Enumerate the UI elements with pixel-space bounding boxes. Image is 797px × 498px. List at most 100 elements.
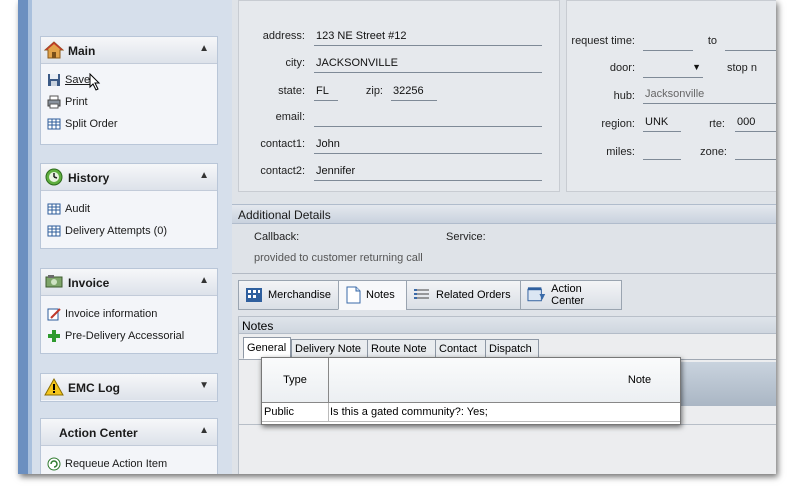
collapse-chevron-icon[interactable]: ▲︎ bbox=[199, 43, 209, 54]
contact1-field[interactable]: John bbox=[314, 138, 542, 154]
subtab-contact[interactable]: Contact bbox=[435, 339, 487, 359]
panel-action-center-title: Action Center bbox=[59, 426, 138, 440]
delivery-attempts-button[interactable]: Delivery Attempts (0) bbox=[47, 222, 167, 240]
notes-table-header: Type Note bbox=[262, 358, 680, 403]
region-field[interactable]: UNK bbox=[643, 116, 681, 132]
notes-header: Notes bbox=[239, 317, 776, 334]
audit-label: Audit bbox=[65, 203, 91, 215]
subtab-route-note[interactable]: Route Note bbox=[367, 339, 437, 359]
home-icon bbox=[44, 41, 64, 59]
notes-icon bbox=[346, 286, 361, 304]
zip-label: zip: bbox=[365, 85, 383, 97]
additional-details-note: provided to customer returning call bbox=[254, 252, 423, 264]
panel-history-header[interactable]: History ▲︎ bbox=[41, 164, 217, 191]
panel-invoice: Invoice ▲︎ Invoice information Pre-Deliv… bbox=[40, 268, 218, 354]
print-button[interactable]: Print bbox=[47, 93, 88, 111]
collapse-chevron-icon[interactable]: ▲︎ bbox=[199, 170, 209, 181]
application-window: Main ▲︎ Save Print Split Order History ▲… bbox=[18, 0, 776, 474]
hub-field[interactable]: Jacksonville bbox=[643, 88, 776, 104]
panel-emc-log-header[interactable]: EMC Log ▼︎ bbox=[41, 374, 217, 400]
zip-field[interactable]: 32256 bbox=[391, 85, 437, 101]
tab-notes-label: Notes bbox=[366, 289, 395, 301]
email-field[interactable] bbox=[314, 111, 542, 127]
panel-emc-log: EMC Log ▼︎ bbox=[40, 373, 218, 402]
collapse-chevron-icon[interactable]: ▲︎ bbox=[199, 425, 209, 436]
door-label: door: bbox=[609, 62, 635, 74]
email-label: email: bbox=[275, 111, 305, 123]
grid-icon bbox=[47, 225, 61, 237]
rte-field[interactable]: 000 bbox=[735, 116, 776, 132]
tab-action-center-label: Action Center bbox=[551, 283, 585, 307]
hub-label: hub: bbox=[613, 90, 635, 102]
tab-related-orders[interactable]: Related Orders bbox=[406, 280, 524, 310]
split-order-button[interactable]: Split Order bbox=[47, 115, 118, 133]
request-time-to-field[interactable] bbox=[725, 35, 776, 51]
edit-icon bbox=[47, 308, 61, 321]
city-label: city: bbox=[285, 57, 305, 69]
zone-label: zone: bbox=[700, 146, 727, 158]
sidebar-edge bbox=[18, 0, 28, 474]
plus-icon bbox=[48, 330, 60, 342]
subtab-dispatch[interactable]: Dispatch bbox=[485, 339, 539, 359]
region-label: region: bbox=[601, 118, 635, 130]
table-cell-type: Public bbox=[262, 403, 329, 421]
dropdown-arrow-icon: ▼︎ bbox=[692, 62, 701, 72]
column-header-note-label: Note bbox=[627, 374, 652, 386]
print-icon bbox=[47, 95, 61, 109]
additional-details-header: Additional Details bbox=[232, 204, 776, 224]
panel-action-center-header[interactable]: Action Center ▲︎ bbox=[41, 419, 217, 446]
state-field[interactable]: FL bbox=[314, 85, 338, 101]
city-field[interactable]: JACKSONVILLE bbox=[314, 57, 542, 73]
requeue-action-item-button[interactable]: Requeue Action Item bbox=[47, 455, 167, 473]
column-header-type-label: Type bbox=[283, 374, 307, 386]
save-button[interactable]: Save bbox=[47, 71, 90, 89]
table-cell-note: Is this a gated community?: Yes; bbox=[330, 406, 488, 418]
sidebar: Main ▲︎ Save Print Split Order History ▲… bbox=[18, 0, 232, 474]
audit-button[interactable]: Audit bbox=[47, 200, 90, 218]
zone-field[interactable] bbox=[735, 144, 776, 160]
rte-label: rte: bbox=[709, 118, 725, 130]
miles-field[interactable] bbox=[643, 144, 681, 160]
stop-label: stop n bbox=[727, 62, 757, 74]
pre-delivery-accessorial-button[interactable]: Pre-Delivery Accessorial bbox=[47, 327, 184, 345]
miles-label: miles: bbox=[606, 146, 635, 158]
column-header-note[interactable]: Note bbox=[329, 358, 680, 402]
subtab-delivery-note[interactable]: Delivery Note bbox=[291, 339, 369, 359]
related-orders-icon bbox=[414, 289, 429, 299]
tab-merchandise[interactable]: Merchandise bbox=[238, 280, 344, 310]
pre-delivery-accessorial-label: Pre-Delivery Accessorial bbox=[65, 330, 185, 342]
expand-chevron-icon[interactable]: ▼︎ bbox=[199, 380, 209, 391]
panel-history-title: History bbox=[68, 171, 110, 185]
tab-related-orders-label: Related Orders bbox=[436, 289, 511, 301]
table-row[interactable]: Public Is this a gated community?: Yes; bbox=[262, 403, 680, 422]
callback-label: Callback: bbox=[254, 231, 300, 243]
grid-icon bbox=[47, 203, 61, 215]
collapse-chevron-icon[interactable]: ▲︎ bbox=[199, 275, 209, 286]
panel-main: Main ▲︎ Save Print Split Order bbox=[40, 36, 218, 145]
column-header-type[interactable]: Type bbox=[262, 358, 329, 402]
address-section: address: 123 NE Street #12 city: JACKSON… bbox=[238, 0, 560, 192]
invoice-information-button[interactable]: Invoice information bbox=[47, 305, 157, 323]
print-label: Print bbox=[65, 96, 88, 108]
save-icon bbox=[48, 74, 60, 86]
service-label: Service: bbox=[446, 231, 486, 243]
panel-main-header[interactable]: Main ▲︎ bbox=[41, 37, 217, 64]
warning-icon bbox=[44, 377, 64, 396]
panel-history: History ▲︎ Audit Delivery Attempts (0) bbox=[40, 163, 218, 249]
tab-notes[interactable]: Notes bbox=[338, 280, 412, 310]
contact2-field[interactable]: Jennifer bbox=[314, 165, 542, 181]
to-label: to bbox=[707, 35, 717, 47]
additional-details-title: Additional Details bbox=[238, 208, 331, 222]
action-center-icon bbox=[527, 287, 546, 302]
mouse-cursor-icon bbox=[89, 73, 101, 91]
door-dropdown[interactable]: ▼︎ bbox=[643, 62, 703, 78]
save-label: Save bbox=[65, 74, 91, 86]
request-time-from-field[interactable] bbox=[643, 35, 693, 51]
divider bbox=[232, 273, 776, 274]
panel-invoice-header[interactable]: Invoice ▲︎ bbox=[41, 269, 217, 296]
address-field[interactable]: 123 NE Street #12 bbox=[314, 30, 542, 46]
tab-action-center[interactable]: Action Center bbox=[520, 280, 622, 310]
requeue-action-item-label: Requeue Action Item bbox=[65, 458, 168, 470]
notes-subtabs: General Delivery Note Route Note Contact… bbox=[243, 337, 543, 359]
subtab-general[interactable]: General bbox=[243, 337, 291, 359]
